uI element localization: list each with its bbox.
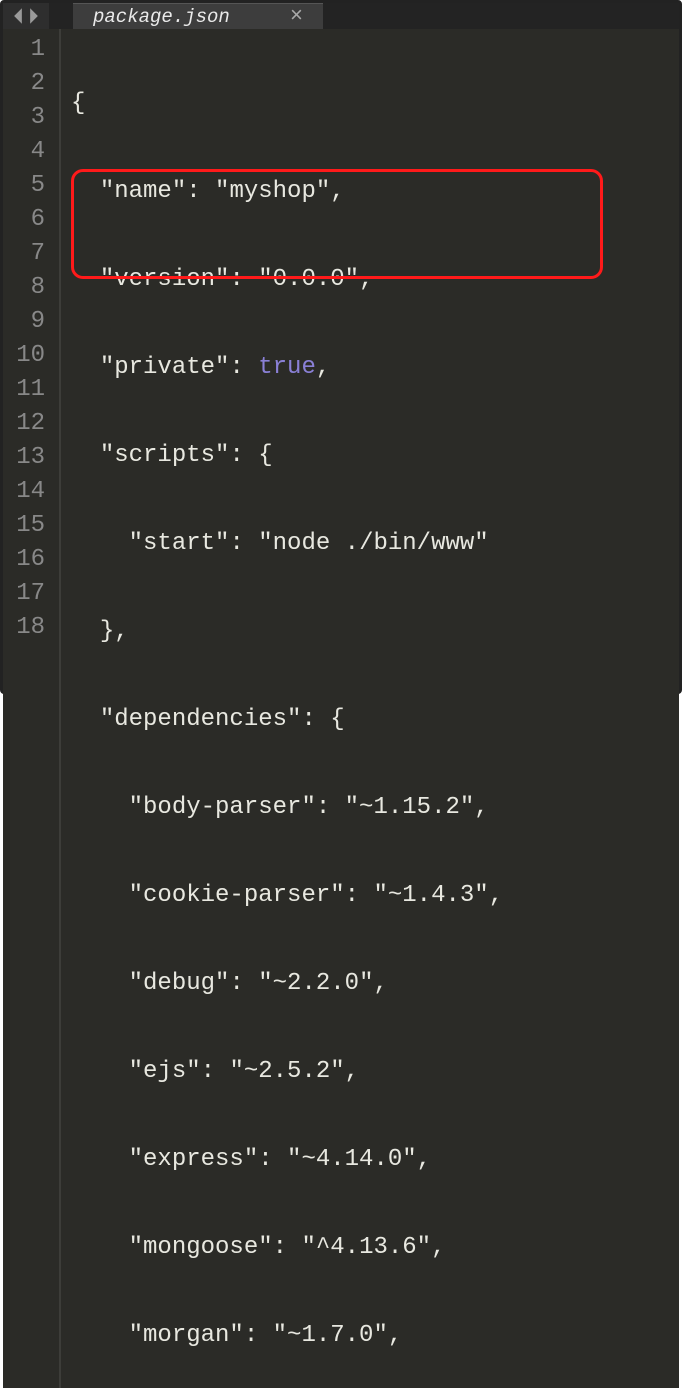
line-number: 5 [3, 169, 59, 203]
line-number: 9 [3, 305, 59, 339]
line-number: 3 [3, 101, 59, 135]
editor-body: 1 2 3 4 5 6 7 8 9 10 11 12 13 14 15 16 1… [3, 29, 679, 1388]
line-gutter: 1 2 3 4 5 6 7 8 9 10 11 12 13 14 15 16 1… [3, 29, 61, 1388]
line-number: 6 [3, 203, 59, 237]
line-number: 12 [3, 407, 59, 441]
code-line: "express": "~4.14.0", [71, 1143, 679, 1177]
code-line: "mongoose": "^4.13.6", [71, 1231, 679, 1265]
close-icon[interactable]: × [290, 4, 303, 29]
code-line: "version": "0.0.0", [71, 263, 679, 297]
forward-icon[interactable] [27, 7, 41, 25]
tab-title: package.json [93, 6, 230, 28]
line-number: 8 [3, 271, 59, 305]
line-number: 18 [3, 611, 59, 645]
tab-bar: package.json × [3, 3, 679, 29]
code-line: "private": true, [71, 351, 679, 385]
line-number: 1 [3, 33, 59, 67]
code-line: "ejs": "~2.5.2", [71, 1055, 679, 1089]
code-line: "name": "myshop", [71, 175, 679, 209]
line-number: 7 [3, 237, 59, 271]
line-number: 11 [3, 373, 59, 407]
code-line: "body-parser": "~1.15.2", [71, 791, 679, 825]
back-icon[interactable] [11, 7, 25, 25]
line-number: 15 [3, 509, 59, 543]
editor-window: package.json × 1 2 3 4 5 6 7 8 9 10 11 1… [3, 3, 679, 691]
line-number: 14 [3, 475, 59, 509]
code-line: "scripts": { [71, 439, 679, 473]
history-nav [3, 3, 49, 29]
code-line: "cookie-parser": "~1.4.3", [71, 879, 679, 913]
line-number: 2 [3, 67, 59, 101]
line-number: 17 [3, 577, 59, 611]
tab-package-json[interactable]: package.json × [73, 3, 323, 29]
code-line: "morgan": "~1.7.0", [71, 1319, 679, 1353]
code-line: "dependencies": { [71, 703, 679, 737]
line-number: 10 [3, 339, 59, 373]
line-number: 13 [3, 441, 59, 475]
code-area[interactable]: { "name": "myshop", "version": "0.0.0", … [61, 29, 679, 1388]
code-line: "start": "node ./bin/www" [71, 527, 679, 561]
code-line: }, [71, 615, 679, 649]
line-number: 16 [3, 543, 59, 577]
code-line: { [71, 87, 679, 121]
line-number: 4 [3, 135, 59, 169]
tab-strip: package.json × [49, 3, 679, 29]
code-line: "debug": "~2.2.0", [71, 967, 679, 1001]
